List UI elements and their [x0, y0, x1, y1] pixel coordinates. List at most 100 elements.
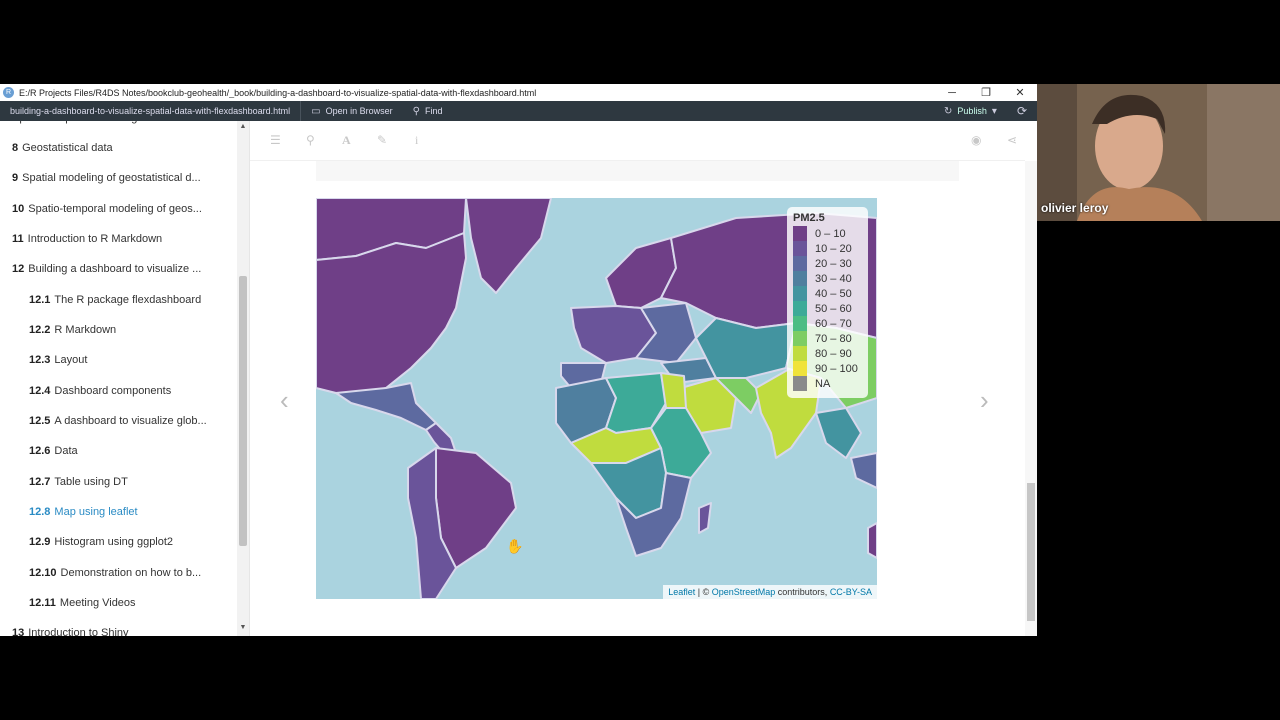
toc-item-number: 12.7 [29, 476, 51, 488]
font-icon[interactable]: A [342, 133, 351, 148]
map-legend: PM2.5 0 – 10 10 – 20 20 – 30 30 – 40 40 – 50… [787, 207, 868, 398]
country-egypt [660, 372, 687, 409]
toc-item-label: Introduction to Shiny [28, 627, 129, 636]
toc-item-label: Demonstration on how to b... [60, 567, 202, 579]
toc-item-12-1[interactable]: 12.1 The R package flexdashboard [29, 291, 224, 309]
toc-item-label: A dashboard to visualize glob... [54, 415, 207, 427]
code-block-bottom [316, 161, 959, 181]
screen: R E:/R Projects Files/R4DS Notes/bookclu… [0, 0, 1280, 720]
toc-item-label: Spatial modeling of geostatistical d... [22, 172, 201, 184]
previous-page-icon[interactable]: ‹ [280, 385, 289, 416]
github-icon[interactable]: ◉ [971, 133, 981, 147]
legend-label: 0 – 10 [815, 227, 846, 240]
content-scroll-thumb[interactable] [1027, 483, 1035, 621]
legend-swatch [793, 271, 807, 286]
close-icon[interactable]: ✕ [1003, 86, 1037, 99]
toc-item-prev[interactable]: Spatio-temporal modeling of areal... [12, 121, 224, 127]
leaflet-map[interactable]: PM2.5 0 – 10 10 – 20 20 – 30 30 – 40 40 – 50… [316, 198, 877, 599]
openstreetmap-link[interactable]: OpenStreetMap [712, 587, 776, 597]
legend-swatch [793, 346, 807, 361]
legend-rows: 0 – 10 10 – 20 20 – 30 30 – 40 40 – 50 50 – 6… [793, 226, 862, 391]
attribution-separator: | © [695, 587, 712, 597]
toc-item-number: 9 [12, 172, 19, 184]
toc-item-label: Spatio-temporal modeling of areal... [12, 121, 186, 124]
legend-swatch [793, 331, 807, 346]
legend-swatch [793, 256, 807, 271]
sidebar-scroll-thumb[interactable] [239, 276, 247, 546]
refresh-button[interactable]: ⟳ [1007, 101, 1037, 121]
legend-swatch [793, 301, 807, 316]
legend-row: 90 – 100 [793, 361, 862, 376]
legend-row: 50 – 60 [793, 301, 862, 316]
toc-item-label: Histogram using ggplot2 [54, 536, 174, 548]
toc-item-9[interactable]: 9 Spatial modeling of geostatistical d... [12, 169, 224, 187]
chevron-down-icon: ▾ [991, 105, 997, 117]
share-icon[interactable]: ⋖ [1007, 133, 1017, 147]
country-southeast-asia [815, 407, 862, 459]
country-usa [316, 232, 467, 399]
toc-item-number: 12.2 [29, 324, 51, 336]
legend-row: 70 – 80 [793, 331, 862, 346]
book-toc-sidebar: Spatio-temporal modeling of areal... 8Geo… [0, 121, 250, 636]
search-icon[interactable]: ⚲ [306, 133, 315, 147]
toc-item-12-7[interactable]: 12.7 Table using DT [29, 473, 224, 491]
legend-label: 20 – 30 [815, 257, 852, 270]
legend-label: 80 – 90 [815, 347, 852, 360]
license-link[interactable]: CC-BY-SA [830, 587, 872, 597]
leaflet-link[interactable]: Leaflet [668, 587, 695, 597]
toc-item-12-2[interactable]: 12.2 R Markdown [29, 321, 224, 339]
legend-label: 10 – 20 [815, 242, 852, 255]
toc-item-12-9[interactable]: 12.9 Histogram using ggplot2 [29, 533, 224, 551]
toc-item-12-10[interactable]: 12.10 Demonstration on how to b... [29, 564, 224, 582]
toc-item-12-5[interactable]: 12.5 A dashboard to visualize glob... [29, 412, 224, 430]
open-in-browser-button[interactable]: ▭ Open in Browser [301, 101, 402, 121]
toc-item-label: R Markdown [54, 324, 117, 336]
toc-item-label: Data [54, 445, 78, 457]
legend-label: 40 – 50 [815, 287, 852, 300]
restore-icon[interactable]: ❐ [969, 86, 1003, 99]
toc-item-label: Introduction to R Markdown [27, 233, 163, 245]
magnifier-icon: ⚲ [412, 105, 420, 117]
toc-item-11[interactable]: 11 Introduction to R Markdown [12, 230, 224, 248]
toc-item-label: Geostatistical data [22, 142, 113, 154]
legend-label: 50 – 60 [815, 302, 852, 315]
find-button[interactable]: ⚲ Find [403, 101, 453, 121]
toc-item-number: 12 [12, 263, 25, 275]
toc-item-8[interactable]: 8 Geostatistical data [12, 139, 224, 157]
toc-item-number: 12.6 [29, 445, 51, 457]
toc-item-number: 13 [12, 627, 25, 636]
participant-name: olivier leroy [1041, 201, 1109, 215]
legend-swatch [793, 241, 807, 256]
legend-row: 10 – 20 [793, 241, 862, 256]
toc-item-number: 12.1 [29, 294, 51, 306]
country-madagascar [698, 502, 712, 534]
file-tab[interactable]: building-a-dashboard-to-visualize-spatia… [0, 101, 302, 121]
scroll-up-icon[interactable]: ▲ [237, 123, 249, 130]
toc-item-12-4[interactable]: 12.4 Dashboard components [29, 382, 224, 400]
hand-cursor-icon: ✋ [506, 538, 524, 554]
legend-row: 60 – 70 [793, 316, 862, 331]
publish-button[interactable]: ↻ Publish ▾ [934, 101, 1007, 121]
toc-item-10[interactable]: 10 Spatio-temporal modeling of geos... [12, 200, 224, 218]
toc-item-label: Table using DT [54, 476, 128, 488]
legend-row: 30 – 40 [793, 271, 862, 286]
toc-item-label: Meeting Videos [59, 597, 136, 609]
edit-icon[interactable]: ✎ [377, 133, 387, 147]
next-page-icon[interactable]: › [980, 385, 989, 416]
info-icon[interactable]: i [415, 133, 418, 148]
legend-row: 40 – 50 [793, 286, 862, 301]
title-bar: R E:/R Projects Files/R4DS Notes/bookclu… [0, 84, 1037, 101]
legend-label: NA [815, 377, 831, 390]
toc-item-12-3[interactable]: 12.3 Layout [29, 351, 224, 369]
toc-item-12-8[interactable]: 12.8 Map using leaflet [29, 503, 224, 521]
toc-item-12-6[interactable]: 12.6 Data [29, 442, 224, 460]
toc-item-label: Spatio-temporal modeling of geos... [28, 203, 202, 215]
scroll-down-icon[interactable]: ▼ [237, 624, 249, 631]
toc-item-12[interactable]: 12 Building a dashboard to visualize ... [12, 260, 224, 278]
toc-item-12-11[interactable]: 12.11 Meeting Videos [29, 594, 224, 612]
menu-icon[interactable]: ☰ [270, 133, 281, 147]
toc-item-number: 12.4 [29, 385, 51, 397]
toc-item-13[interactable]: 13 Introduction to Shiny [12, 624, 224, 636]
country-central-asia [695, 317, 797, 379]
minimize-icon[interactable]: ─ [935, 87, 969, 99]
